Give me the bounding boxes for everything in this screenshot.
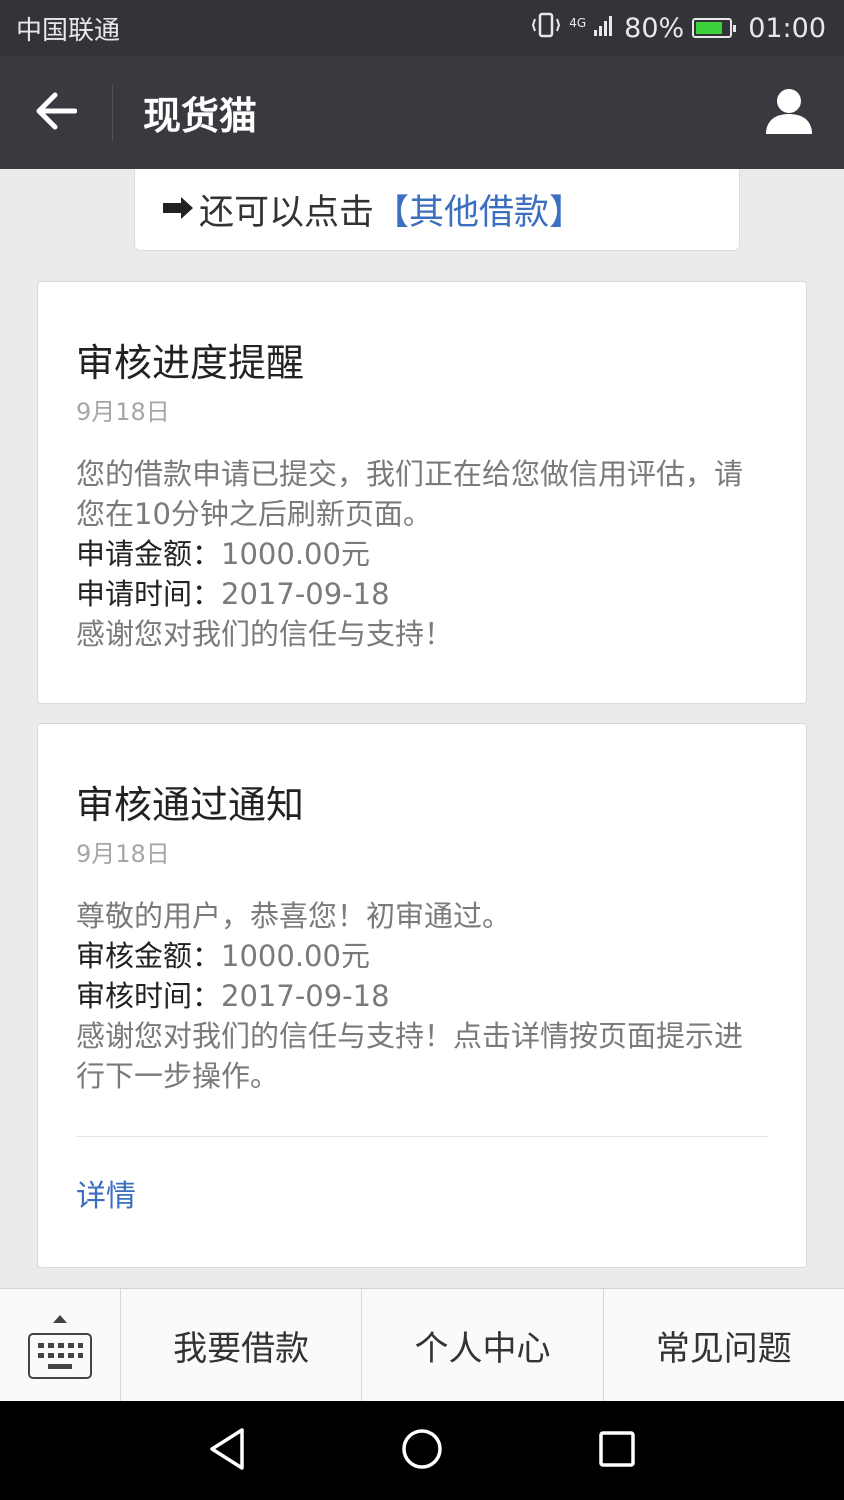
card-date: 9月18日 — [76, 840, 170, 868]
time-value: 2017-09-18 — [221, 979, 390, 1013]
battery-percent: 80% — [624, 12, 685, 44]
signal-icon — [594, 12, 616, 45]
menu-bar: 我要借款 个人中心 常见问题 — [0, 1288, 844, 1401]
nav-recents-button[interactable] — [577, 1411, 657, 1491]
review-approved-card: 审核通过通知 9月18日 尊敬的用户，恭喜您！初审通过。 审核金额：1000.0… — [37, 723, 807, 1268]
person-icon — [764, 86, 814, 140]
menu-item-personal-center[interactable]: 个人中心 — [362, 1289, 604, 1401]
amount-label: 申请金额： — [76, 537, 222, 571]
card-intro: 您的借款申请已提交，我们正在给您做信用评估，请您在10分钟之后刷新页面。 — [76, 457, 744, 531]
triangle-back-icon — [207, 1427, 247, 1475]
menu-item-borrow[interactable]: 我要借款 — [121, 1289, 363, 1401]
amount-label: 审核金额： — [76, 939, 222, 973]
caret-up-icon — [53, 1308, 67, 1327]
other-loans-card: 还可以点击 【其他借款】 — [134, 169, 740, 251]
title-bar: 现货猫 — [0, 56, 844, 169]
circle-home-icon — [400, 1427, 444, 1475]
other-loans-link[interactable]: 【其他借款】 — [374, 184, 584, 235]
carrier-name: 中国联通 — [16, 15, 121, 46]
card-closing: 感谢您对我们的信任与支持！点击详情按页面提示进行下一步操作。 — [76, 1019, 744, 1093]
status-bar: 中国联通 4G 80% 01:00 — [0, 0, 844, 56]
amount-row: 申请金额：1000.00元 — [76, 534, 768, 574]
time-label: 审核时间： — [76, 979, 222, 1013]
time-value: 2017-09-18 — [221, 577, 390, 611]
network-type-label: 4G — [569, 15, 587, 30]
card-intro: 尊敬的用户，恭喜您！初审通过。 — [76, 899, 512, 933]
nav-home-button[interactable] — [382, 1411, 462, 1491]
square-recents-icon — [597, 1429, 637, 1473]
keyboard-toggle-button[interactable] — [0, 1289, 121, 1401]
time-label: 申请时间： — [76, 577, 222, 611]
time-row: 审核时间：2017-09-18 — [76, 976, 768, 1016]
profile-button[interactable] — [734, 56, 844, 169]
status-icons: 4G 80% 01:00 — [531, 12, 826, 45]
title-divider — [112, 84, 113, 141]
card-date: 9月18日 — [76, 398, 170, 426]
review-progress-card: 审核进度提醒 9月18日 您的借款申请已提交，我们正在给您做信用评估，请您在10… — [37, 281, 807, 704]
nav-back-button[interactable] — [187, 1411, 267, 1491]
amount-row: 审核金额：1000.00元 — [76, 936, 768, 976]
card-body: 尊敬的用户，恭喜您！初审通过。 审核金额：1000.00元 审核时间：2017-… — [76, 896, 768, 1096]
amount-value: 1000.00元 — [221, 939, 370, 973]
vibrate-icon — [531, 12, 561, 45]
battery-icon — [692, 18, 737, 38]
keyboard-icon — [28, 1332, 92, 1383]
card-closing: 感谢您对我们的信任与支持！ — [76, 617, 454, 651]
card-title: 审核通过通知 — [76, 783, 305, 827]
amount-value: 1000.00元 — [221, 537, 370, 571]
card-body: 您的借款申请已提交，我们正在给您做信用评估，请您在10分钟之后刷新页面。 申请金… — [76, 454, 768, 654]
detail-link[interactable]: 详情 — [76, 1177, 768, 1217]
back-button[interactable] — [0, 56, 112, 169]
arrow-right-icon — [161, 190, 195, 230]
clock: 01:00 — [748, 12, 826, 44]
page-title: 现货猫 — [143, 94, 258, 138]
back-arrow-icon — [35, 92, 78, 134]
menu-item-faq[interactable]: 常见问题 — [604, 1289, 844, 1401]
navigation-bar — [0, 1401, 844, 1500]
other-loans-prefix: 还可以点击 — [199, 193, 375, 233]
card-title: 审核进度提醒 — [76, 341, 305, 385]
card-divider — [76, 1136, 768, 1137]
time-row: 申请时间：2017-09-18 — [76, 574, 768, 614]
